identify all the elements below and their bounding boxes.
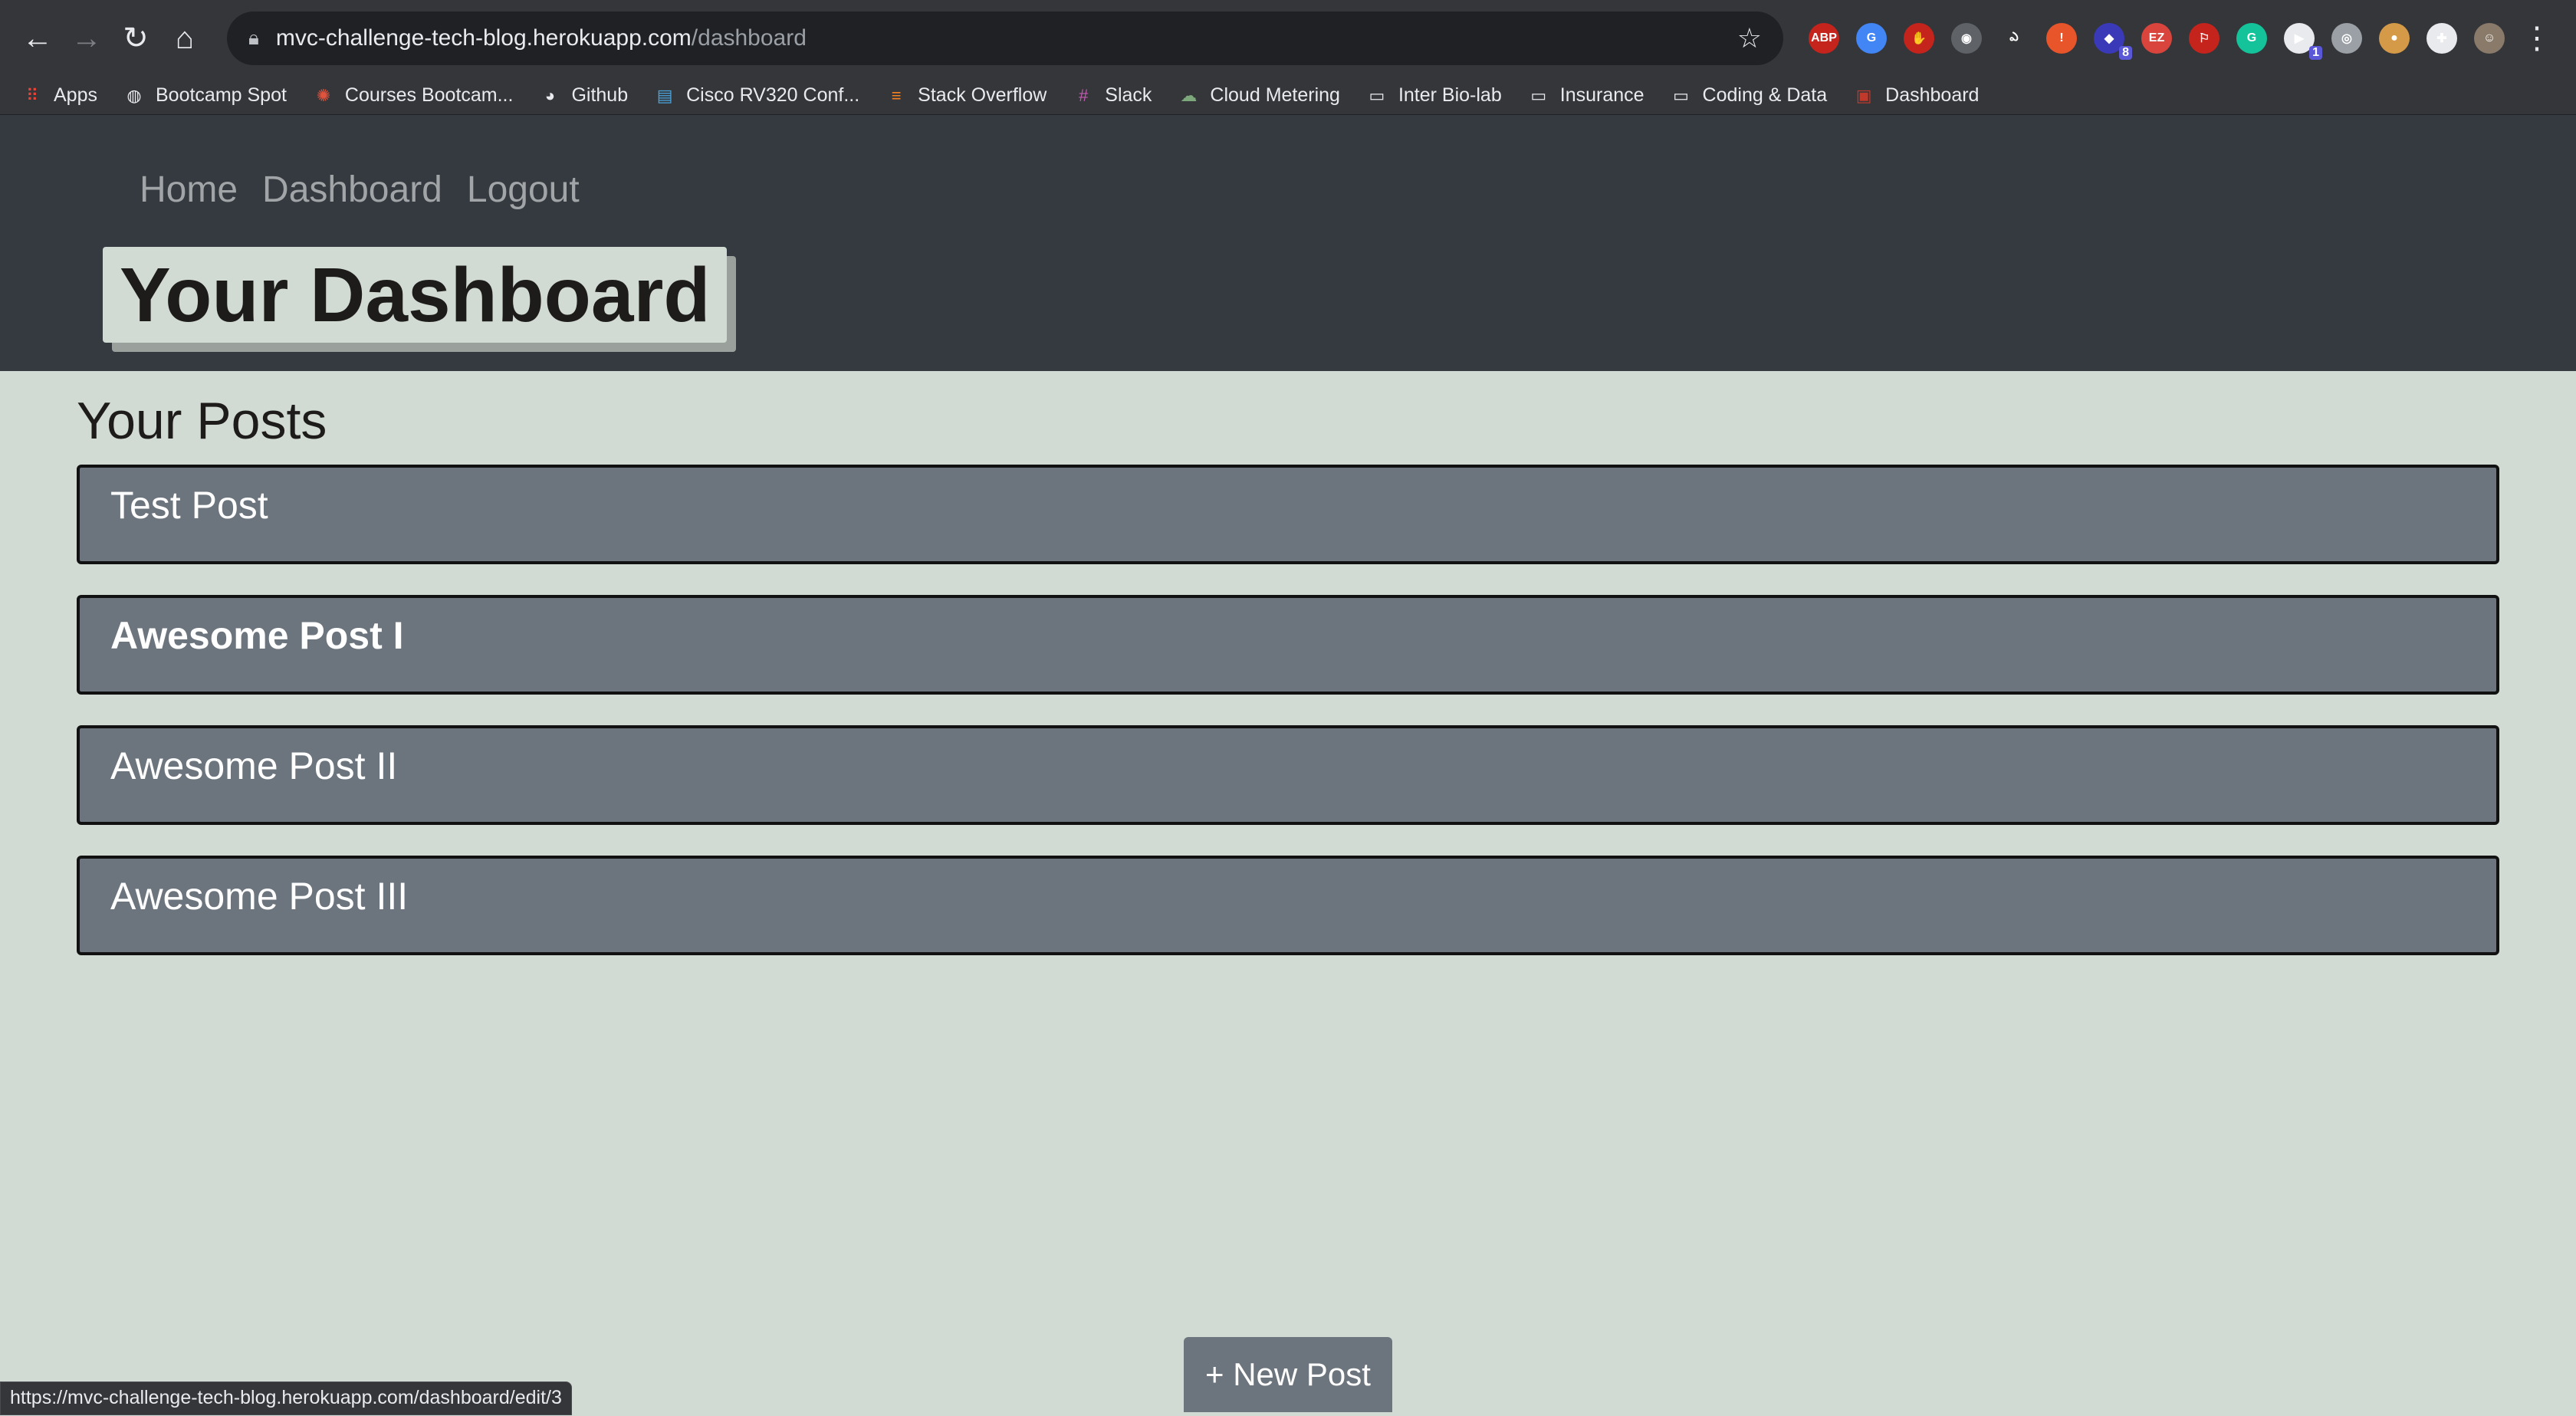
slack-icon: # <box>1079 85 1089 105</box>
dashboard-icon: ▣ <box>1855 85 1872 105</box>
stack-overflow-icon: ≡ <box>891 85 902 105</box>
bookmark-label: Apps <box>54 84 97 106</box>
url-host: mvc-challenge-tech-blog.herokuapp.com <box>275 25 692 51</box>
bookmark-label: Courses Bootcam... <box>344 84 514 106</box>
browser-toolbar: ← → ↻ ⌂ 🔒︎ mvc-challenge-tech-blog.herok… <box>0 0 2576 77</box>
new-post-button[interactable]: + New Post <box>1184 1337 1392 1412</box>
bookmark-star-icon[interactable]: ☆ <box>1737 22 1762 54</box>
bookmark-stack-overflow[interactable]: ≡ Stack Overflow <box>886 84 1047 107</box>
pdf-icon[interactable]: ⚐ <box>2189 23 2220 54</box>
folder-icon: ▭ <box>1530 85 1547 105</box>
page-title-wrap: Your Dashboard <box>103 247 728 343</box>
bookmarks-bar: ⠿ Apps ◍ Bootcamp Spot ✺ Courses Bootcam... ◕ G… <box>0 77 2576 115</box>
bookmark-label: Stack Overflow <box>918 84 1047 106</box>
bookmark-label: Coding & Data <box>1702 84 1828 106</box>
cookie-icon[interactable]: ● <box>2379 23 2410 54</box>
alert-ext-icon[interactable]: ! <box>2046 23 2077 54</box>
posts-heading: Your Posts <box>77 392 327 450</box>
cloud-icon: ☁ <box>1180 85 1198 105</box>
bookmark-cloud-metering[interactable]: ☁ Cloud Metering <box>1178 84 1340 107</box>
github-icon: ◕ <box>544 85 556 105</box>
post-card[interactable]: Awesome Post I <box>77 595 2499 695</box>
ublock-icon[interactable]: ✋ <box>1904 23 1934 54</box>
profile-avatar-icon[interactable]: ☺ <box>2474 23 2505 54</box>
browser-chrome: ← → ↻ ⌂ 🔒︎ mvc-challenge-tech-blog.herok… <box>0 0 2576 115</box>
folder-icon: ▭ <box>1368 85 1385 105</box>
link-status-bar: https://mvc-challenge-tech-blog.herokuap… <box>0 1382 572 1415</box>
page-title: Your Dashboard <box>103 247 728 343</box>
bookmark-inter-bio-lab[interactable]: ▭ Inter Bio-lab <box>1366 84 1502 107</box>
circle-ext-icon[interactable]: ◉ <box>1951 23 1982 54</box>
stack-ext-icon[interactable]: ◆ 8 <box>2094 23 2132 60</box>
courses-icon: ✺ <box>316 85 331 105</box>
bookmark-label: Github <box>571 84 629 106</box>
google-translate-icon[interactable]: G <box>1856 23 1887 54</box>
bookmark-coding-data[interactable]: ▭ Coding & Data <box>1671 84 1828 107</box>
bookmark-bootcamp-spot[interactable]: ◍ Bootcamp Spot <box>123 84 287 107</box>
bookmark-label: Bootcamp Spot <box>155 84 287 106</box>
apps-grid-icon: ⠿ <box>25 85 39 105</box>
post-card[interactable]: Awesome Post II <box>77 725 2499 825</box>
browser-menu-icon[interactable]: ⋮ <box>2513 15 2561 62</box>
bookmark-slack[interactable]: # Slack <box>1073 84 1152 107</box>
reload-icon[interactable]: ↻ <box>112 15 159 62</box>
folder-icon: ▭ <box>1673 85 1689 105</box>
camera-ext-icon[interactable]: ◎ <box>2331 23 2362 54</box>
bookmark-label: Insurance <box>1559 84 1644 106</box>
bookmark-label: Inter Bio-lab <box>1398 84 1502 106</box>
url-path: /dashboard <box>691 25 807 51</box>
extension-badge: 1 <box>2309 46 2322 60</box>
post-card[interactable]: Awesome Post III <box>77 856 2499 955</box>
extensions-bar: ABP G ✋ ◉ ఎ! ◆ 8 EZ ⚐ G ▶ 1 ◎ ● ✚ ☺ <box>1800 23 2513 60</box>
site-header: Home Dashboard Logout Your Dashboard <box>0 115 2576 371</box>
hook-ext-icon[interactable]: ఎ <box>1999 23 2029 54</box>
bookmark-github[interactable]: ◕ Github <box>539 84 628 107</box>
grammarly-icon[interactable]: G <box>2236 23 2267 54</box>
home-icon[interactable]: ⌂ <box>161 15 209 62</box>
bookmark-label: Dashboard <box>1885 84 1980 106</box>
globe-icon: ◍ <box>127 85 142 105</box>
nav-dashboard-link[interactable]: Dashboard <box>262 169 442 211</box>
puzzle-icon[interactable]: ✚ <box>2426 23 2457 54</box>
forward-arrow-icon[interactable]: → <box>63 15 110 62</box>
bookmark-label: Slack <box>1105 84 1152 106</box>
address-bar[interactable]: 🔒︎ mvc-challenge-tech-blog.herokuapp.com… <box>227 11 1783 65</box>
posts-section: Your Posts Test Post Awesome Post I Awes… <box>77 391 2499 986</box>
bookmark-apps[interactable]: ⠿ Apps <box>21 84 97 107</box>
nav-logout-link[interactable]: Logout <box>467 169 580 211</box>
ez-ext-icon[interactable]: EZ <box>2141 23 2172 54</box>
cisco-icon: ▤ <box>656 85 673 105</box>
lock-icon[interactable]: 🔒︎ <box>248 26 259 51</box>
page-content: Home Dashboard Logout Your Dashboard You… <box>0 115 2576 1415</box>
cast-ext-icon[interactable]: ▶ 1 <box>2284 23 2322 60</box>
post-card[interactable]: Test Post <box>77 465 2499 564</box>
bookmark-insurance[interactable]: ▭ Insurance <box>1528 84 1644 107</box>
nav-home-link[interactable]: Home <box>140 169 238 211</box>
bookmark-label: Cisco RV320 Conf... <box>686 84 860 106</box>
extension-badge: 8 <box>2119 46 2132 60</box>
site-nav: Home Dashboard Logout <box>140 169 604 211</box>
bookmark-cisco[interactable]: ▤ Cisco RV320 Conf... <box>654 84 859 107</box>
bookmark-label: Cloud Metering <box>1210 84 1340 106</box>
bookmark-dashboard[interactable]: ▣ Dashboard <box>1853 84 1980 107</box>
adblock-plus-icon[interactable]: ABP <box>1809 23 1839 54</box>
back-arrow-icon[interactable]: ← <box>14 15 61 62</box>
bookmark-courses-bootcamp[interactable]: ✺ Courses Bootcam... <box>313 84 514 107</box>
